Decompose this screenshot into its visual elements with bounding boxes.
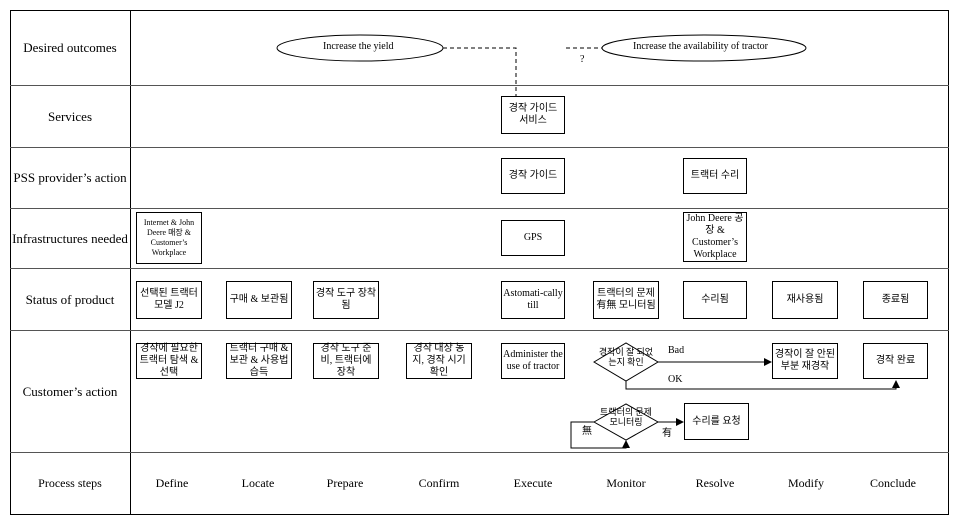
status-box: 구매 & 보관됨: [226, 281, 292, 319]
infra-define-box: Internet & John Deere 매장 & Customer’s Wo…: [136, 212, 202, 264]
service-box: 경작 가이드 서비스: [501, 96, 565, 134]
status-box: 재사용됨: [772, 281, 838, 319]
dashed-link: [443, 47, 517, 96]
customer-execute-box: Administer the use of tractor: [501, 343, 565, 379]
decision-2-text: 트랙터의 문제 모니터링: [600, 407, 652, 427]
customer-define-box: 경작에 필요한 트랙터 탐색 & 선택: [136, 343, 202, 379]
status-box: 종료됨: [863, 281, 928, 319]
step-resolve: Resolve: [695, 476, 735, 490]
ok-arrow: [625, 380, 900, 390]
outcome-availability: Increase the availability of tractor: [633, 41, 768, 52]
outcome-yield: Increase the yield: [323, 41, 394, 52]
customer-locate-box: 트랙터 구매 & 보관 & 사용법 습득: [226, 343, 292, 379]
yes-label: 有: [662, 428, 672, 439]
ok-label: OK: [668, 374, 683, 385]
step-locate: Locate: [241, 476, 275, 490]
step-monitor: Monitor: [606, 476, 646, 490]
infra-gps-box: GPS: [501, 220, 565, 256]
pss-repair-box: 트랙터 수리: [683, 158, 747, 194]
step-modify: Modify: [788, 476, 824, 490]
bad-label: Bad: [668, 345, 685, 356]
status-box: 트랙터의 문제 有無 모니터됨: [593, 281, 659, 319]
status-box: 수리됨: [683, 281, 747, 319]
status-box: Astomati-cally till: [501, 281, 565, 319]
step-confirm: Confirm: [418, 476, 460, 490]
customer-modify-box: 경작이 잘 안된 부분 재경작: [772, 343, 838, 379]
customer-repair-box: 수리를 요청: [684, 403, 749, 440]
question-mark: ?: [580, 54, 585, 65]
pss-guide-box: 경작 가이드: [501, 158, 565, 194]
step-define: Define: [155, 476, 189, 490]
infra-resolve-box: John Deere 공장 & Customer’s Workplace: [683, 212, 747, 262]
step-execute: Execute: [513, 476, 553, 490]
customer-conclude-box: 경작 완료: [863, 343, 928, 379]
status-box: 선택된 트랙터 모델 J2: [136, 281, 202, 319]
customer-confirm-box: 경작 대상 농지, 경작 시기 확인: [406, 343, 472, 379]
step-prepare: Prepare: [326, 476, 364, 490]
customer-prepare-box: 경작 도구 준비, 트랙터에 장착: [313, 343, 379, 379]
no-label: 無: [582, 426, 592, 437]
status-box: 경작 도구 장착됨: [313, 281, 379, 319]
decision-1-text: 경작이 잘 되었는지 확인: [598, 347, 654, 367]
step-conclude: Conclude: [870, 476, 916, 490]
